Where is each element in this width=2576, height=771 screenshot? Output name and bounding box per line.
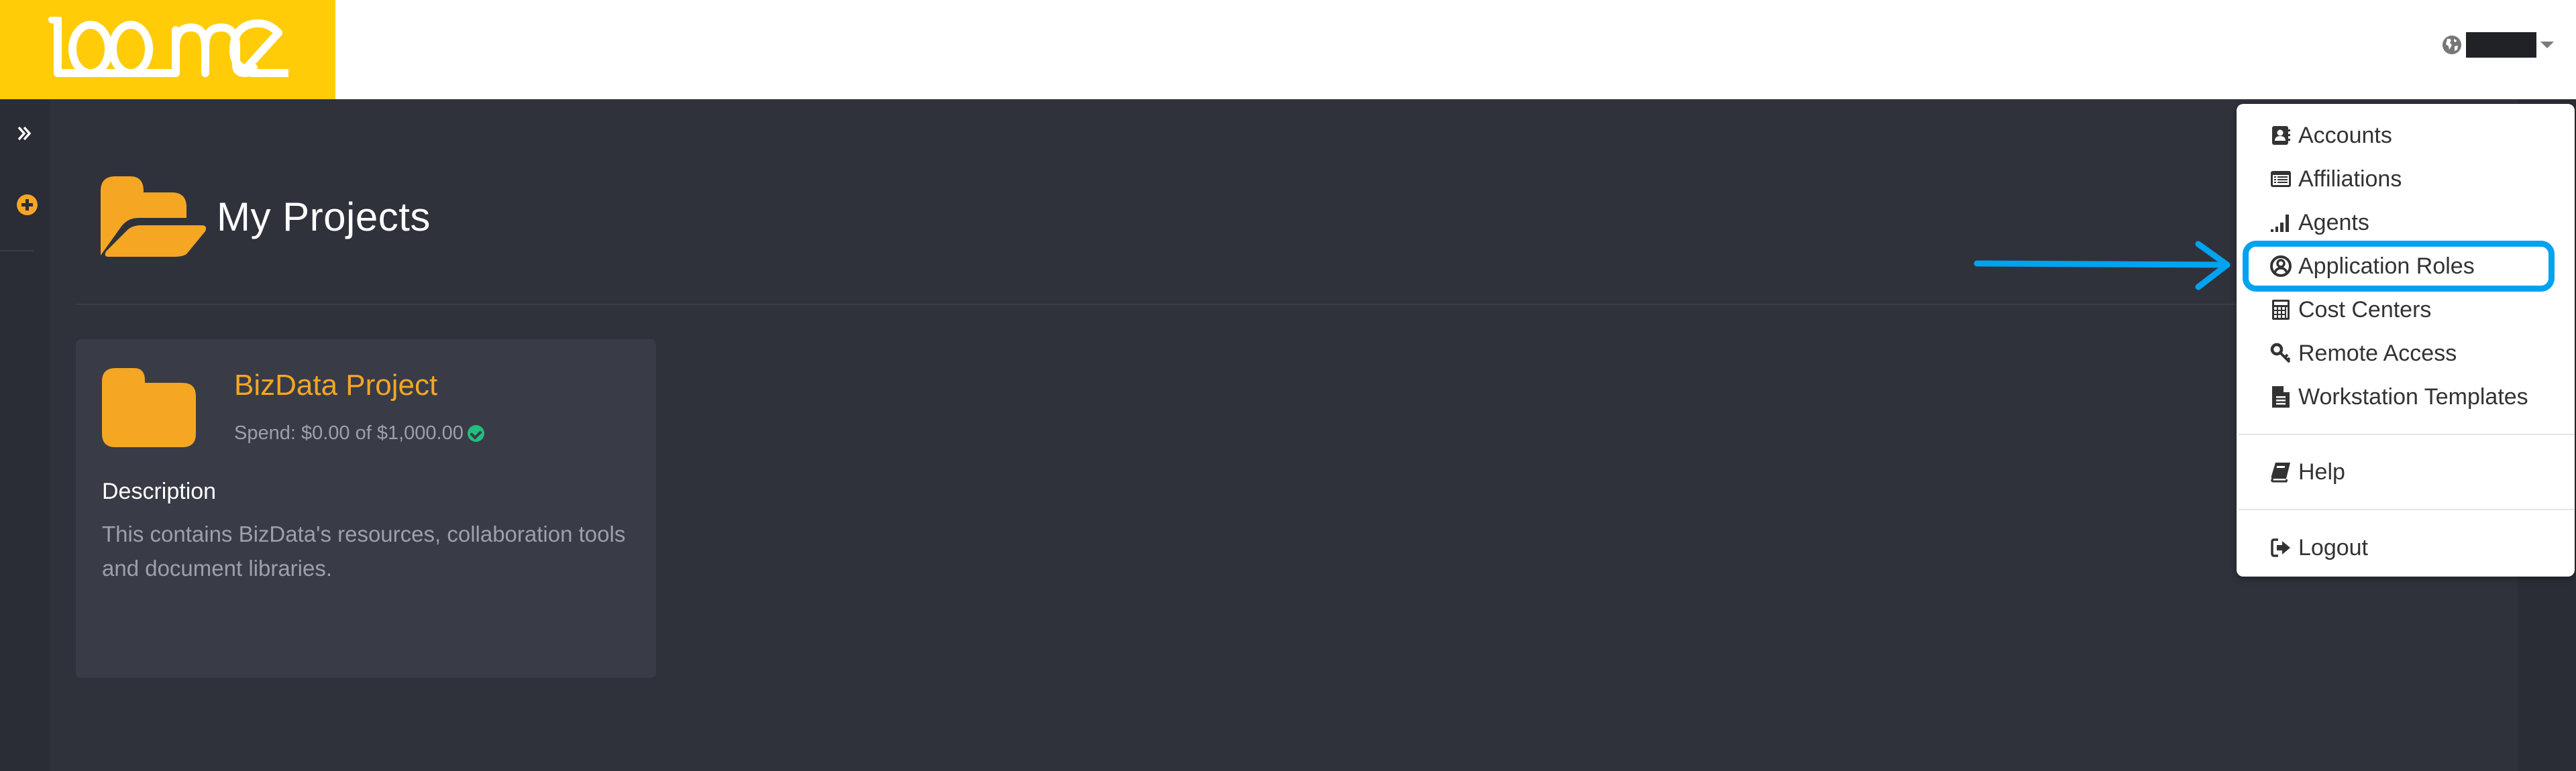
add-project-button[interactable] [17, 194, 38, 215]
spend-text: Spend: $0.00 of $1,000.00 [234, 422, 464, 444]
book-icon [2270, 461, 2292, 483]
menu-item-logout[interactable]: Logout [2270, 531, 2368, 565]
annotation-arrow-icon [1974, 241, 2231, 290]
menu-item-application-roles[interactable]: Application Roles [2270, 249, 2475, 283]
calculator-icon [2270, 299, 2292, 320]
menu-item-remote-access[interactable]: Remote Access [2270, 337, 2457, 370]
menu-item-label: Application Roles [2298, 253, 2475, 279]
project-card[interactable]: BizData Project Spend: $0.00 of $1,000.0… [76, 339, 656, 678]
menu-item-label: Affiliations [2298, 166, 2402, 192]
signal-icon [2270, 212, 2292, 233]
menu-item-agents[interactable]: Agents [2270, 206, 2369, 239]
loome-logo[interactable] [0, 0, 335, 99]
check-circle-icon [467, 425, 484, 442]
folder-open-icon [101, 176, 207, 257]
menu-item-label: Cost Centers [2298, 296, 2432, 322]
sign-out-icon [2270, 537, 2292, 558]
menu-item-affiliations[interactable]: Affiliations [2270, 162, 2402, 196]
globe-icon [2443, 36, 2461, 54]
user-dropdown-menu: Accounts Affiliations Agents Application… [2237, 104, 2575, 577]
double-chevron-right-icon [17, 126, 32, 141]
sidebar [0, 99, 50, 771]
page-header: My Projects [101, 176, 431, 257]
sidebar-divider [0, 250, 34, 251]
description-text: This contains BizData's resources, colla… [102, 522, 626, 581]
expand-sidebar-button[interactable] [15, 123, 35, 143]
file-text-icon [2270, 386, 2292, 408]
folder-icon [102, 368, 196, 447]
menu-item-label: Accounts [2298, 122, 2392, 148]
menu-divider [2239, 434, 2575, 435]
menu-item-label: Help [2298, 459, 2345, 485]
top-bar [0, 0, 2576, 99]
main-content: My Projects BizData Project Spend: $0.00… [50, 99, 2518, 771]
menu-item-accounts[interactable]: Accounts [2270, 119, 2392, 152]
key-icon [2270, 343, 2292, 364]
page-title: My Projects [217, 194, 431, 239]
list-alt-icon [2270, 168, 2292, 190]
user-circle-icon [2270, 255, 2292, 277]
menu-item-label: Agents [2298, 209, 2369, 235]
caret-down-icon [2540, 42, 2554, 48]
project-spend: Spend: $0.00 of $1,000.00 [234, 422, 484, 444]
project-title[interactable]: BizData Project [234, 369, 437, 402]
address-book-icon [2270, 125, 2292, 146]
description-label: Description [102, 479, 217, 504]
menu-item-label: Workstation Templates [2298, 383, 2528, 410]
menu-divider [2239, 509, 2575, 510]
menu-item-label: Remote Access [2298, 340, 2457, 366]
menu-item-cost-centers[interactable]: Cost Centers [2270, 293, 2431, 327]
menu-item-help[interactable]: Help [2270, 455, 2345, 489]
logo-wordmark-icon [48, 17, 288, 77]
menu-item-workstation-templates[interactable]: Workstation Templates [2270, 380, 2528, 414]
menu-item-label: Logout [2298, 534, 2368, 560]
header-divider [76, 304, 2518, 305]
user-name-redacted [2466, 32, 2536, 58]
user-menu-toggle[interactable] [2442, 30, 2554, 60]
